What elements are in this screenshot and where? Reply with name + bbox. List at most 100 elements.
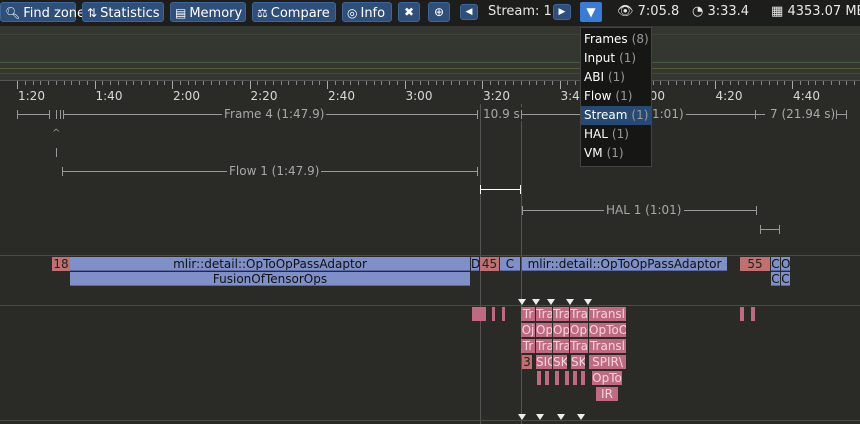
zone-block[interactable]: C bbox=[771, 272, 780, 286]
info-button[interactable]: ◎ Info bbox=[342, 2, 392, 22]
zone-block[interactable]: SIC bbox=[536, 355, 552, 369]
zone-block[interactable] bbox=[502, 307, 505, 321]
memory-button[interactable]: ▤ Memory bbox=[170, 2, 246, 22]
zone-block[interactable]: SK bbox=[553, 355, 567, 369]
zone-block[interactable]: C bbox=[500, 257, 520, 271]
collapse-caret[interactable]: ^ bbox=[52, 128, 60, 139]
zone-block[interactable]: Tr bbox=[521, 307, 535, 321]
zone-block[interactable]: OpToO bbox=[589, 323, 626, 337]
dropdown-item-flow[interactable]: Flow (1) bbox=[581, 87, 651, 106]
zone-block[interactable]: IR bbox=[596, 387, 618, 401]
ruler-minor-tick bbox=[544, 81, 545, 85]
frame-7-label: 7 (21.94 s) bbox=[768, 107, 838, 121]
zone-block[interactable]: OpO bbox=[570, 323, 588, 337]
zone-block[interactable]: Tra bbox=[553, 339, 569, 353]
zone-block[interactable]: Oj bbox=[521, 323, 535, 337]
ruler-minor-tick bbox=[699, 81, 700, 85]
stream-dropdown-button[interactable]: ▼ bbox=[580, 2, 602, 22]
ruler-minor-tick bbox=[768, 81, 770, 85]
zone-block[interactable] bbox=[472, 307, 486, 321]
ruler-minor-tick bbox=[288, 81, 290, 85]
statistics-button[interactable]: ⇅ Statistics bbox=[82, 2, 164, 22]
ruler-minor-tick bbox=[272, 81, 274, 85]
zone-block[interactable]: Op bbox=[553, 323, 569, 337]
dropdown-item-hal[interactable]: HAL (1) bbox=[581, 125, 651, 144]
zone-block[interactable]: O bbox=[781, 257, 790, 271]
zone-block[interactable]: SK bbox=[571, 355, 585, 369]
zone-block[interactable] bbox=[565, 371, 569, 385]
zone-block[interactable]: mlir::detail::OpToOpPassAdaptor bbox=[70, 257, 470, 271]
ruler-minor-tick bbox=[133, 81, 135, 85]
ruler-minor-tick bbox=[691, 81, 693, 85]
next-stream-button[interactable]: ▶ bbox=[553, 4, 571, 20]
zone-block[interactable]: Tra bbox=[536, 307, 552, 321]
eye-icon: 👁︎ bbox=[617, 4, 634, 19]
ruler-tick-label: 2:40 bbox=[328, 89, 355, 103]
frame-overview[interactable] bbox=[0, 26, 860, 80]
ruler-minor-tick bbox=[303, 81, 305, 85]
ruler-tick-label: 4:40 bbox=[793, 89, 820, 103]
zone-block[interactable]: Tra bbox=[570, 307, 588, 321]
zone-block[interactable]: OpO bbox=[536, 323, 552, 337]
zone-block[interactable] bbox=[537, 371, 541, 385]
zone-block[interactable]: D bbox=[471, 257, 479, 271]
prev-stream-button[interactable]: ◀ bbox=[460, 4, 478, 20]
stream-label: Stream: 1 bbox=[488, 4, 552, 19]
compare-button[interactable]: ⚖ Compare bbox=[252, 2, 336, 22]
ruler-minor-tick bbox=[412, 81, 414, 85]
ruler-minor-tick bbox=[195, 81, 197, 85]
zone-block[interactable]: C bbox=[771, 257, 780, 271]
zone-block[interactable]: Tra bbox=[553, 307, 569, 321]
stream-dropdown-menu: Frames (8) Input (1) ABI (1) Flow (1) Stream (1) H… bbox=[580, 27, 652, 167]
ruler-minor-tick bbox=[451, 81, 452, 85]
zone-block[interactable]: Tr bbox=[521, 339, 535, 353]
dropdown-item-stream[interactable]: Stream (1) bbox=[581, 106, 651, 125]
dropdown-item-vm[interactable]: VM (1) bbox=[581, 144, 651, 163]
dropdown-item-label: Flow bbox=[584, 89, 612, 103]
zone-block[interactable]: mlir::detail::OpToOpPassAdaptor bbox=[522, 257, 727, 271]
ruler-minor-tick bbox=[210, 81, 212, 85]
zone-block[interactable] bbox=[555, 371, 559, 385]
zone-block[interactable]: C bbox=[781, 272, 790, 286]
ruler-minor-tick bbox=[807, 81, 809, 85]
ruler-minor-tick bbox=[799, 81, 801, 85]
ruler-minor-tick bbox=[706, 81, 708, 85]
ruler-major-tick bbox=[327, 81, 328, 89]
ruler-major-tick bbox=[404, 81, 406, 89]
ruler-minor-tick bbox=[358, 81, 359, 85]
zone-block[interactable]: Tra bbox=[570, 339, 588, 353]
zone-block[interactable]: 18 bbox=[52, 257, 70, 271]
zone-block[interactable]: 3 bbox=[522, 355, 532, 369]
dropdown-item-count: (1) bbox=[607, 70, 625, 84]
find-zone-button[interactable]: 🔍︎ Find zone bbox=[0, 2, 85, 22]
zone-block[interactable]: Transl bbox=[589, 307, 626, 321]
zone-block[interactable] bbox=[492, 307, 495, 321]
zone-block[interactable]: 55 bbox=[740, 257, 770, 271]
zone-block[interactable]: Tra bbox=[536, 339, 552, 353]
zone-block[interactable] bbox=[751, 307, 755, 321]
ruler-minor-tick bbox=[280, 81, 282, 85]
ruler-minor-tick bbox=[241, 81, 243, 85]
zone-block[interactable]: SPIR\ bbox=[589, 355, 626, 369]
zone-block[interactable]: OpTo bbox=[592, 371, 622, 385]
tools-button[interactable]: ✖ bbox=[398, 2, 420, 22]
ruler-minor-tick bbox=[830, 81, 832, 85]
zone-block[interactable] bbox=[740, 307, 744, 321]
dropdown-item-label: Input bbox=[584, 51, 616, 65]
zone-block[interactable]: FusionOfTensorOps bbox=[70, 272, 470, 286]
zone-block[interactable]: 45 bbox=[480, 257, 499, 271]
ruler-minor-tick bbox=[265, 81, 266, 85]
ruler-minor-tick bbox=[148, 81, 150, 85]
dropdown-item-frames[interactable]: Frames (8) bbox=[581, 30, 651, 49]
zone-block[interactable]: Transl bbox=[589, 339, 626, 353]
zoom-button[interactable]: ⊕ bbox=[428, 2, 450, 22]
dropdown-item-label: Frames bbox=[584, 32, 628, 46]
ruler-minor-tick bbox=[218, 81, 220, 85]
zone-block[interactable] bbox=[581, 371, 585, 385]
zone-block[interactable] bbox=[573, 371, 577, 385]
dropdown-item-abi[interactable]: ABI (1) bbox=[581, 68, 651, 87]
ruler-minor-tick bbox=[567, 81, 569, 85]
ruler-minor-tick bbox=[226, 81, 228, 85]
dropdown-item-input[interactable]: Input (1) bbox=[581, 49, 651, 68]
zone-block[interactable] bbox=[545, 371, 549, 385]
